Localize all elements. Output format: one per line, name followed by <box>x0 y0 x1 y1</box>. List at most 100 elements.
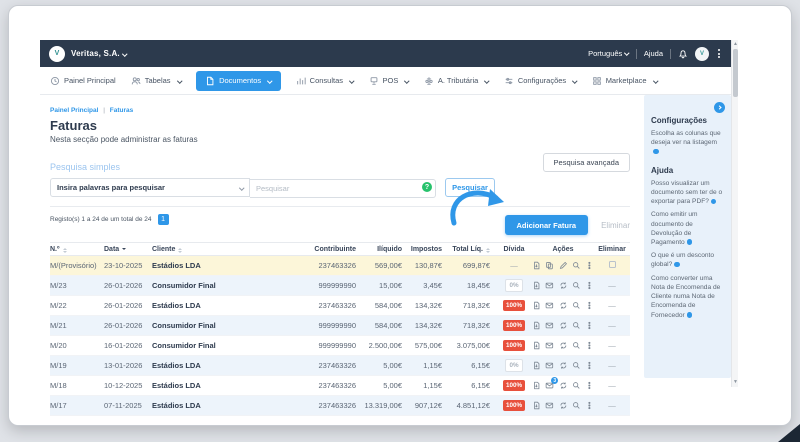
email-icon[interactable] <box>545 321 554 330</box>
chevron-down-icon <box>176 78 182 83</box>
sort-num[interactable]: N.º <box>50 246 104 253</box>
export-pdf-icon[interactable] <box>532 361 541 370</box>
duplicate-icon[interactable] <box>545 261 554 270</box>
bell-icon[interactable] <box>678 49 688 59</box>
menu-tabelas[interactable]: Tabelas <box>131 76 182 86</box>
search-field-select[interactable]: Insira palavras para pesquisar <box>50 178 250 197</box>
export-pdf-icon[interactable] <box>532 261 541 270</box>
sync-icon[interactable] <box>559 301 568 310</box>
help-tooltip-icon[interactable]: ? <box>422 182 432 192</box>
export-pdf-icon[interactable] <box>532 341 541 350</box>
debt-badge: 0% <box>505 279 523 292</box>
more-actions-icon[interactable] <box>585 341 594 350</box>
delete-checkbox[interactable] <box>608 261 616 268</box>
people-icon <box>131 76 141 84</box>
export-pdf-icon[interactable] <box>532 381 541 390</box>
bar-chart-icon <box>296 77 306 84</box>
breadcrumb-painel-principal[interactable]: Painel Principal <box>50 107 98 114</box>
help-link[interactable]: Ajuda <box>644 49 663 58</box>
delete-button[interactable]: Eliminar <box>601 221 630 230</box>
sidebar-help-link[interactable]: Escolha as colunas que deseja ver na lis… <box>651 129 724 157</box>
menu-configuracoes[interactable]: Configurações <box>504 76 578 86</box>
sync-icon[interactable] <box>559 321 568 330</box>
view-magnifier-icon[interactable] <box>572 281 581 290</box>
collapse-sidebar-button[interactable] <box>714 102 725 113</box>
more-actions-icon[interactable] <box>585 401 594 410</box>
info-icon <box>653 148 659 155</box>
sync-icon[interactable] <box>559 341 568 350</box>
chevron-down-icon <box>122 51 128 56</box>
export-pdf-icon[interactable] <box>532 401 541 410</box>
breadcrumb: Painel Principal | Faturas <box>50 107 134 114</box>
page-1-button[interactable]: 1 <box>157 214 169 225</box>
corner-decoration <box>778 424 800 442</box>
email-icon[interactable] <box>545 281 554 290</box>
email-icon[interactable] <box>545 401 554 410</box>
sidebar-help-link[interactable]: Posso visualizar um documento sem ter de… <box>651 179 724 207</box>
sort-total[interactable]: Total Líq. <box>448 246 496 253</box>
export-pdf-icon[interactable] <box>532 321 541 330</box>
chevron-down-icon <box>652 78 658 83</box>
advanced-search-button[interactable]: Pesquisa avançada <box>542 153 630 172</box>
sidebar-help-link[interactable]: Como emitir um documento de Devolução de… <box>651 210 724 247</box>
language-selector[interactable]: Português <box>588 49 630 58</box>
view-magnifier-icon[interactable] <box>572 321 581 330</box>
table-row[interactable]: M/22 26-01-2026 Estádios LDA 237463326 5… <box>50 296 630 316</box>
sidebar-help-link[interactable]: O que é um desconto global? <box>651 251 724 269</box>
sort-cliente[interactable]: Cliente <box>152 246 298 253</box>
table-header: N.º Data Cliente Contribuinte Ilíquido I… <box>50 242 630 256</box>
table-row[interactable]: M/21 26-01-2026 Consumidor Final 9999999… <box>50 316 630 336</box>
menu-painel-principal[interactable]: Painel Principal <box>50 76 116 86</box>
search-button[interactable]: Pesquisar <box>445 178 495 197</box>
more-actions-icon[interactable] <box>585 281 594 290</box>
more-actions-icon[interactable] <box>585 381 594 390</box>
vertical-scrollbar[interactable]: ▲ ▼ <box>731 40 738 387</box>
export-pdf-icon[interactable] <box>532 281 541 290</box>
table-row[interactable]: M/20 16-01-2026 Consumidor Final 9999999… <box>50 336 630 356</box>
view-magnifier-icon[interactable] <box>572 261 581 270</box>
email-icon[interactable] <box>545 361 554 370</box>
view-magnifier-icon[interactable] <box>572 381 581 390</box>
email-icon[interactable] <box>545 301 554 310</box>
table-row[interactable]: M/17 07-11-2025 Estádios LDA 237463326 1… <box>50 396 630 416</box>
menu-consultas[interactable]: Consultas <box>296 76 355 86</box>
top-navbar: V Veritas, S.A. Português Ajuda V <box>40 40 731 67</box>
more-options-icon[interactable] <box>716 48 722 59</box>
table-row[interactable]: M/19 13-01-2026 Estádios LDA 237463326 5… <box>50 356 630 376</box>
menu-documentos[interactable]: Documentos <box>196 70 281 91</box>
view-magnifier-icon[interactable] <box>572 401 581 410</box>
chevron-down-icon <box>349 78 355 83</box>
export-pdf-icon[interactable] <box>532 301 541 310</box>
more-actions-icon[interactable] <box>585 361 594 370</box>
sort-data[interactable]: Data <box>104 246 152 253</box>
scrollbar-thumb[interactable] <box>733 49 738 97</box>
table-row[interactable]: M/18 10-12-2025 Estádios LDA 237463326 5… <box>50 376 630 396</box>
pos-terminal-icon <box>370 76 377 85</box>
table-row[interactable]: M/23 26-01-2026 Consumidor Final 9999999… <box>50 276 630 296</box>
clock-icon <box>50 76 60 85</box>
sync-icon[interactable] <box>559 361 568 370</box>
scroll-down-icon[interactable]: ▼ <box>733 380 738 385</box>
menu-a-tributaria[interactable]: A. Tributária <box>424 76 490 86</box>
more-actions-icon[interactable] <box>585 261 594 270</box>
email-icon[interactable] <box>545 341 554 350</box>
sync-icon[interactable] <box>559 401 568 410</box>
sync-icon[interactable] <box>559 381 568 390</box>
edit-pencil-icon[interactable] <box>559 261 568 270</box>
breadcrumb-faturas[interactable]: Faturas <box>110 107 133 114</box>
search-input[interactable] <box>250 179 436 198</box>
more-actions-icon[interactable] <box>585 301 594 310</box>
add-invoice-button[interactable]: Adicionar Fatura <box>504 215 589 235</box>
company-name[interactable]: Veritas, S.A. <box>71 49 120 58</box>
view-magnifier-icon[interactable] <box>572 341 581 350</box>
sync-icon[interactable] <box>559 281 568 290</box>
table-row[interactable]: M/(Provisório) 23-10-2025 Estádios LDA 2… <box>50 256 630 276</box>
sidebar-help-link[interactable]: Como converter uma Nota de Encomenda de … <box>651 274 724 320</box>
more-actions-icon[interactable] <box>585 321 594 330</box>
avatar[interactable]: V <box>695 46 709 61</box>
menu-marketplace[interactable]: Marketplace <box>592 76 658 86</box>
menu-pos[interactable]: POS <box>369 76 410 86</box>
scroll-up-icon[interactable]: ▲ <box>733 42 738 47</box>
view-magnifier-icon[interactable] <box>572 361 581 370</box>
view-magnifier-icon[interactable] <box>572 301 581 310</box>
